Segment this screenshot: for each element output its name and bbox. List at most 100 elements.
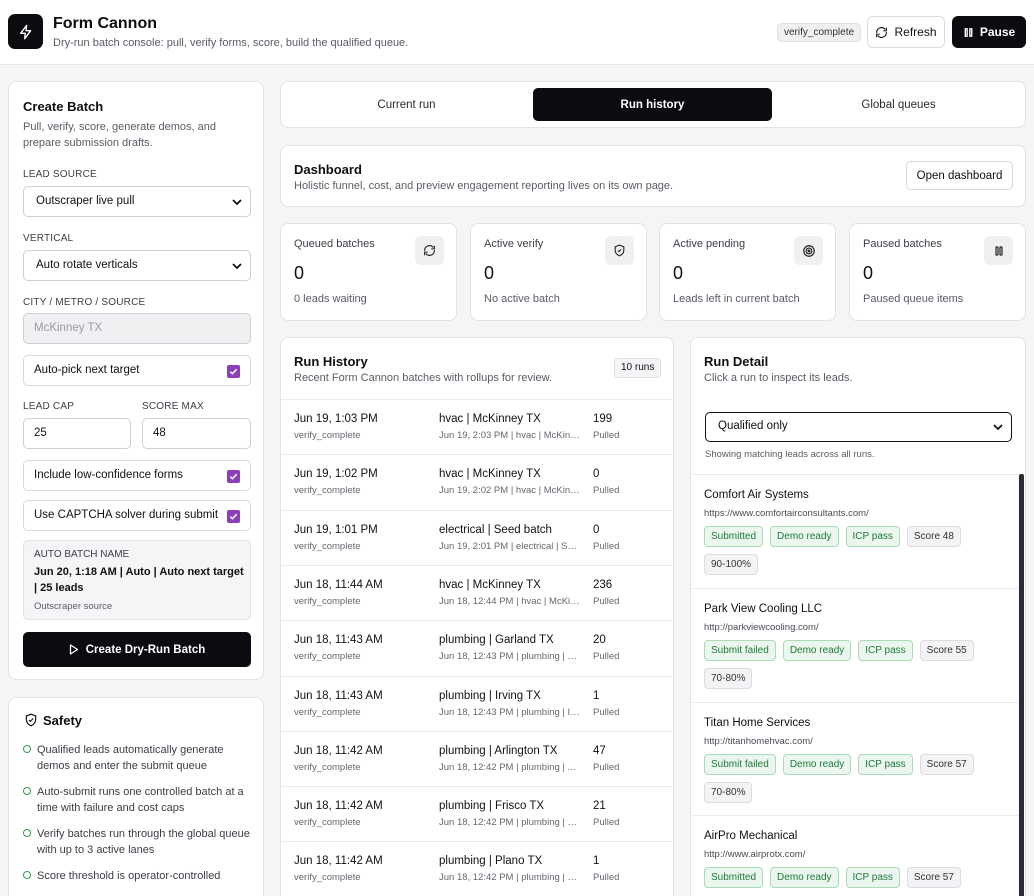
safety-item: Score threshold is operator-controlled [23,868,259,884]
table-row[interactable]: Jun 19, 1:01 PM verify_complete electrical… [281,509,673,565]
city-label: CITY / METRO / SOURCE [23,297,146,308]
score-max-input[interactable]: 48 [142,418,251,449]
run-status: verify_complete [294,761,361,773]
lead-cap-input[interactable]: 25 [23,418,131,449]
scrollbar[interactable] [1019,474,1024,896]
lead-cap-label: LEAD CAP [23,401,75,412]
tab-current-run[interactable]: Current run [287,88,526,121]
refresh-icon [876,26,888,38]
stat-active-verify: Active verify 0 No active batch [470,223,647,321]
refresh-label: Refresh [894,25,937,39]
run-detail-description: Click a run to inspect its leads. [704,372,853,384]
run-detail-summary: Jun 18, 12:43 PM | plumbing | Garland TX [439,651,581,663]
table-row[interactable]: Jun 19, 1:03 PM verify_complete hvac | McK… [281,399,673,454]
pause-icon [984,236,1013,265]
lead-tag-badge: ICP pass [845,867,900,888]
low-confidence-toggle[interactable]: Include low-confidence forms [23,460,251,491]
stat-value: 0 [294,263,305,283]
run-status: verify_complete [294,485,361,497]
list-item[interactable]: Comfort Air Systems https://www.comfortai… [691,474,1019,588]
safety-item: Verify batches run through the global qu… [23,826,259,858]
auto-batch-name-title: AUTO BATCH NAME [34,549,130,560]
refresh-button[interactable]: Refresh [867,16,945,48]
list-item[interactable]: Park View Cooling LLC http://parkviewcool… [691,588,1019,702]
lead-tag-badge: 70-80% [704,782,753,803]
table-row[interactable]: Jun 19, 1:02 PM verify_complete hvac | McK… [281,454,673,509]
run-time: Jun 18, 11:42 AM [294,800,383,813]
low-confidence-label: Include low-confidence forms [34,469,183,481]
run-status: verify_complete [294,872,361,884]
checkbox-checked-icon[interactable] [227,510,240,523]
dashboard-description: Holistic funnel, cost, and preview engag… [294,180,674,192]
stat-subtitle: Paused queue items [863,293,964,305]
shield-check-icon [25,713,37,727]
stat-subtitle: Leads left in current batch [673,293,800,305]
run-time: Jun 18, 11:43 AM [294,689,383,702]
shield-icon [605,236,634,265]
top-bar: Form Cannon Dry-run batch console: pull,… [0,0,1034,65]
checkbox-checked-icon[interactable] [227,470,240,483]
run-pulled-label: Pulled [593,430,620,441]
lead-tags: Submitted Demo ready ICP pass Score 48 90-10… [704,526,1004,575]
table-row[interactable]: Jun 18, 11:42 AM verify_complete plumbing … [281,786,673,841]
check-circle-icon [23,871,31,879]
run-pulled-count: 236 [593,578,613,591]
run-detail-panel: Run Detail Click a run to inspect its le… [690,337,1026,896]
vertical-value: Auto rotate verticals [36,259,138,271]
play-icon [69,644,78,655]
run-status: verify_complete [294,706,361,718]
check-circle-icon [23,745,31,753]
lead-filter-select[interactable]: Qualified only [705,412,1012,442]
open-dashboard-button[interactable]: Open dashboard [906,161,1013,190]
lead-tag-badge: Score 48 [906,526,961,547]
run-time: Jun 19, 1:02 PM [294,468,378,481]
run-detail-summary: Jun 19, 2:03 PM | hvac | McKinney TX [439,430,581,441]
list-item[interactable]: Titan Home Services http://titanhomehvac.… [691,702,1019,815]
pause-icon [964,27,973,37]
vertical-select[interactable]: Auto rotate verticals [23,250,251,281]
stat-value: 0 [673,263,684,283]
lead-tag-badge: Demo ready [782,754,852,775]
run-time: Jun 19, 1:03 PM [294,413,378,425]
lead-tag-badge: Submit failed [704,640,776,661]
city-input[interactable]: McKinney TX [23,313,251,344]
lead-url[interactable]: https://www.comfortairconsultants.com/ [704,508,869,519]
run-status: verify_complete [294,595,361,607]
tab-run-history[interactable]: Run history [533,88,772,121]
create-batch-title: Create Batch [23,99,104,114]
table-row[interactable]: Jun 18, 11:42 AM verify_complete plumbing … [281,730,673,786]
app-subtitle: Dry-run batch console: pull, verify form… [53,37,409,49]
table-row[interactable]: Jun 18, 11:43 AM verify_complete plumbing … [281,620,673,675]
tab-global-queues[interactable]: Global queues [779,88,1018,121]
lead-source-value: Outscraper live pull [36,195,135,207]
check-circle-icon [23,829,31,837]
run-name: plumbing | Frisco TX [439,800,545,813]
run-detail-summary: Jun 18, 12:42 PM | plumbing | Plano TX [439,872,581,884]
lead-tag-badge: ICP pass [858,754,913,775]
view-tabs: Current run Run history Global queues [280,81,1026,128]
lead-url[interactable]: http://www.airprotx.com/ [704,849,805,860]
auto-pick-toggle[interactable]: Auto-pick next target [23,355,251,386]
checkbox-checked-icon[interactable] [227,365,240,378]
stat-title: Active pending [673,238,746,250]
table-row[interactable]: Jun 18, 11:43 AM verify_complete plumbing … [281,675,673,731]
run-detail-summary: Jun 19, 2:02 PM | hvac | McKinney TX [439,485,581,497]
create-batch-button[interactable]: Create Dry-Run Batch [23,632,251,667]
table-row[interactable]: Jun 18, 11:42 AM verify_complete plumbing … [281,841,673,896]
app-title: Form Cannon [53,15,157,32]
safety-panel: Safety Qualified leads automatically gen… [8,697,264,896]
run-pulled-label: Pulled [593,485,620,497]
pause-button[interactable]: Pause [952,16,1026,48]
lead-url[interactable]: http://titanhomehvac.com/ [704,736,813,747]
run-status: verify_complete [294,540,361,552]
stat-paused-batches: Paused batches 0 Paused queue items [849,223,1026,321]
run-name: hvac | McKinney TX [439,413,541,425]
captcha-toggle[interactable]: Use CAPTCHA solver during submit [23,500,251,531]
table-row[interactable]: Jun 18, 11:44 AM verify_complete hvac | Mc… [281,564,673,620]
lead-source-select[interactable]: Outscraper live pull [23,186,251,217]
lead-url[interactable]: http://parkviewcooling.com/ [704,622,819,633]
run-history-description: Recent Form Cannon batches with rollups … [294,372,553,384]
lead-tag-badge: Score 57 [906,867,961,888]
list-item[interactable]: AirPro Mechanical http://www.airprotx.com… [691,815,1019,896]
lead-tag-badge: Demo ready [770,526,839,547]
